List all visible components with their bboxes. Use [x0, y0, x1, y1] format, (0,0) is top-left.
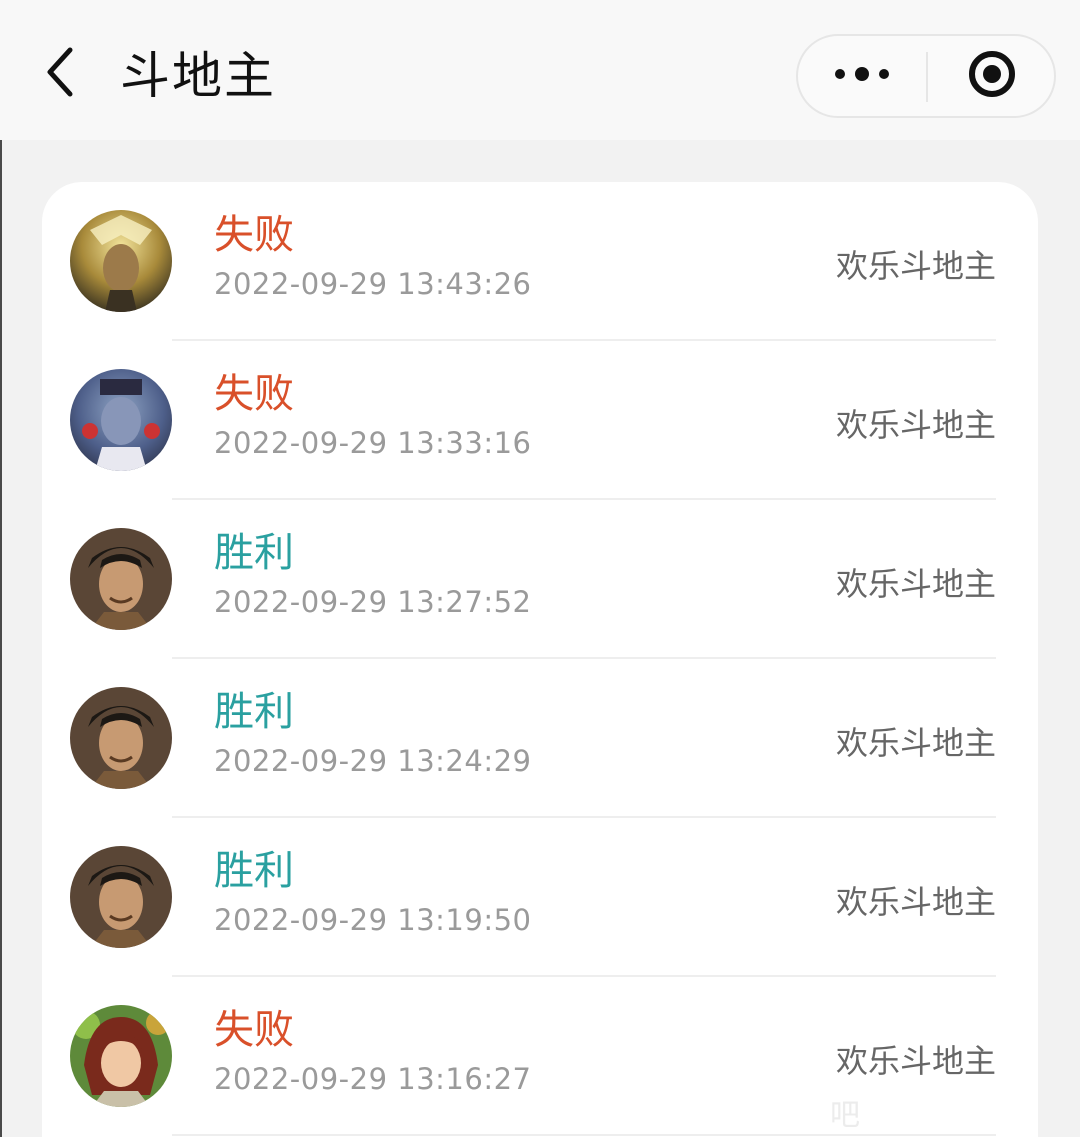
chevron-left-icon [40, 44, 80, 104]
list-item[interactable]: 胜利 2022-09-29 13:19:50 欢乐斗地主 [42, 818, 1038, 977]
golden-warrior-avatar [70, 210, 172, 312]
list-item[interactable]: 失败 2022-09-29 13:43:26 欢乐斗地主 [42, 182, 1038, 341]
result-label: 失败 [214, 371, 294, 417]
game-name: 欢乐斗地主 [835, 883, 996, 921]
game-time: 2022-09-29 13:24:29 [214, 744, 532, 778]
result-label: 失败 [214, 1007, 294, 1053]
game-time: 2022-09-29 13:33:16 [214, 426, 532, 460]
list-item[interactable]: 胜利 2022-09-29 13:27:52 欢乐斗地主 [42, 500, 1038, 659]
forest-girl-avatar [70, 1005, 172, 1107]
screen-edge [0, 0, 2, 1137]
target-close-icon [966, 48, 1018, 104]
list-item[interactable]: 失败 2022-09-29 13:16:27 欢乐斗地主 [42, 977, 1038, 1136]
game-name: 欢乐斗地主 [835, 1042, 996, 1080]
game-time: 2022-09-29 13:19:50 [214, 903, 532, 937]
more-button[interactable] [798, 36, 926, 116]
smiling-scholar-avatar [70, 687, 172, 789]
game-name: 欢乐斗地主 [835, 406, 996, 444]
game-time: 2022-09-29 13:16:27 [214, 1062, 532, 1096]
more-dots-icon [832, 64, 892, 88]
game-name: 欢乐斗地主 [835, 247, 996, 285]
watermark: 吧 [830, 1098, 860, 1133]
close-button[interactable] [928, 36, 1056, 116]
nav-bar: 斗地主 [0, 0, 1080, 140]
result-label: 胜利 [214, 689, 294, 735]
row-divider [172, 1134, 996, 1136]
smiling-scholar-avatar [70, 528, 172, 630]
result-label: 胜利 [214, 530, 294, 576]
page-title: 斗地主 [120, 47, 276, 105]
list-item[interactable]: 胜利 2022-09-29 13:24:29 欢乐斗地主 [42, 659, 1038, 818]
game-name: 欢乐斗地主 [835, 724, 996, 762]
records-card: 失败 2022-09-29 13:43:26 欢乐斗地主 失败 2022-09-… [42, 182, 1038, 1137]
back-button[interactable] [30, 38, 90, 110]
list-item[interactable]: 失败 2022-09-29 13:33:16 欢乐斗地主 [42, 341, 1038, 500]
game-time: 2022-09-29 13:27:52 [214, 585, 532, 619]
mini-program-capsule [796, 34, 1056, 118]
masked-general-avatar [70, 369, 172, 471]
result-label: 胜利 [214, 848, 294, 894]
game-name: 欢乐斗地主 [835, 565, 996, 603]
smiling-scholar-avatar [70, 846, 172, 948]
game-time: 2022-09-29 13:43:26 [214, 267, 532, 301]
result-label: 失败 [214, 212, 294, 258]
